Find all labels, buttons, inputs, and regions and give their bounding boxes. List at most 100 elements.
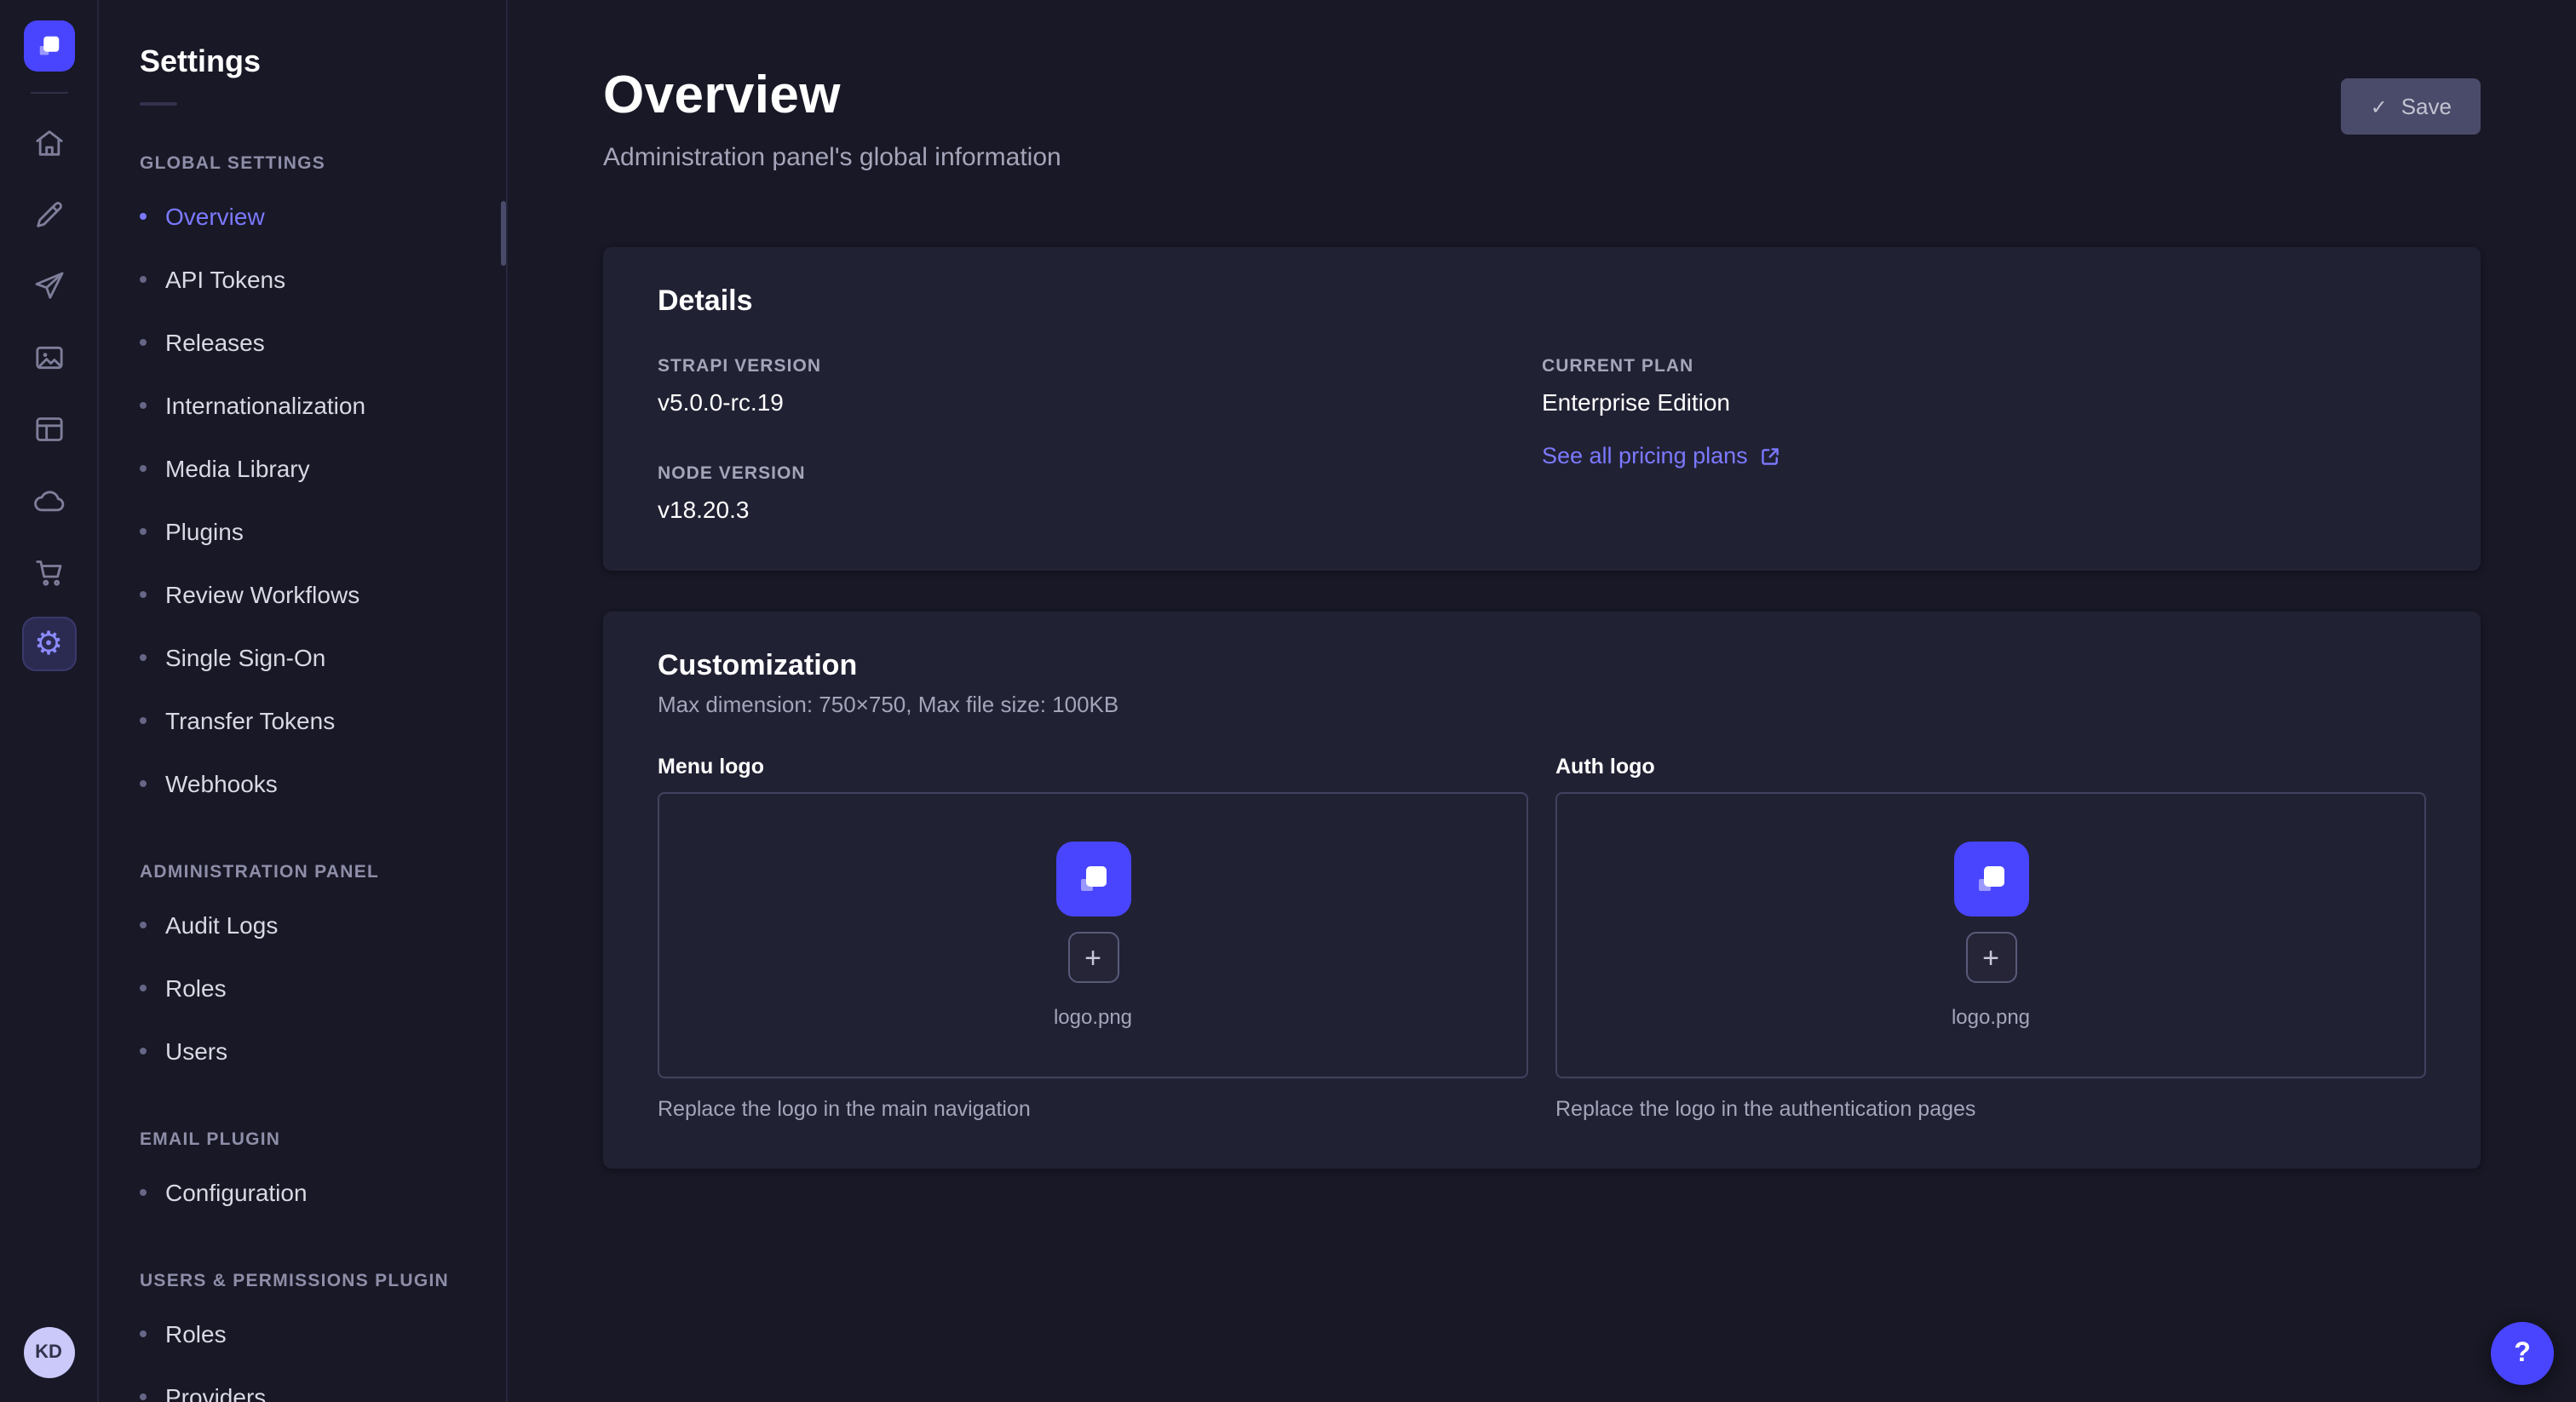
bullet-icon	[140, 1330, 147, 1336]
sidebar-item-label: Single Sign-On	[165, 643, 325, 670]
sidebar-item-label: Plugins	[165, 517, 244, 544]
bullet-icon	[140, 212, 147, 219]
help-button[interactable]: ?	[2491, 1322, 2554, 1385]
sidebar-item-label: Review Workflows	[165, 580, 359, 607]
auth-logo-upload: Auth logo + logo.png Replace the logo in…	[1555, 755, 2426, 1121]
field-value: v5.0.0-rc.19	[658, 388, 1542, 416]
customization-card-subtitle: Max dimension: 750×750, Max file size: 1…	[658, 692, 2426, 717]
sidebar-item-api-tokens[interactable]: API Tokens	[99, 247, 506, 310]
sidebar-item-admin-users[interactable]: Users	[99, 1019, 506, 1082]
menu-logo-upload: Menu logo + logo.png Replace the logo in…	[658, 755, 1528, 1121]
pricing-plans-link[interactable]: See all pricing plans	[1542, 443, 2426, 468]
layout-icon[interactable]	[21, 402, 76, 457]
node-version-field: NODE VERSION v18.20.3	[658, 463, 1542, 523]
main-nav-rail: ⚙ KD	[0, 0, 99, 1402]
strapi-logo-mark	[1970, 859, 2011, 899]
field-label: CURRENT PLAN	[1542, 356, 2426, 376]
rail-divider	[30, 92, 67, 94]
section-users-permissions-plugin: USERS & PERMISSIONS PLUGIN Roles Provide…	[99, 1271, 506, 1402]
sidebar-item-admin-roles[interactable]: Roles	[99, 956, 506, 1019]
bullet-icon	[140, 338, 147, 345]
menu-logo-add-button[interactable]: +	[1067, 932, 1118, 983]
cart-icon[interactable]	[21, 545, 76, 600]
sidebar-item-releases[interactable]: Releases	[99, 310, 506, 373]
sidebar-item-label: Releases	[165, 328, 265, 355]
sidebar-item-review-workflows[interactable]: Review Workflows	[99, 562, 506, 625]
customization-card: Customization Max dimension: 750×750, Ma…	[603, 612, 2481, 1169]
sidebar-item-label: Webhooks	[165, 769, 278, 796]
auth-logo-dropzone[interactable]: + logo.png	[1555, 792, 2426, 1078]
sidebar-item-up-roles[interactable]: Roles	[99, 1301, 506, 1365]
bullet-icon	[140, 527, 147, 534]
sidebar-item-label: Media Library	[165, 454, 310, 481]
sidebar-item-up-providers[interactable]: Providers	[99, 1365, 506, 1402]
auth-logo-add-button[interactable]: +	[1965, 932, 2016, 983]
gear-glyph: ⚙	[34, 628, 63, 660]
bullet-icon	[140, 984, 147, 991]
pricing-plans-link-label: See all pricing plans	[1542, 443, 1748, 468]
upload-label: Menu logo	[658, 755, 1528, 779]
settings-subnav: Settings GLOBAL SETTINGS Overview API To…	[99, 0, 508, 1402]
sidebar-item-media-library[interactable]: Media Library	[99, 436, 506, 499]
bullet-icon	[140, 716, 147, 723]
bullet-icon	[140, 779, 147, 786]
subnav-scrollbar[interactable]	[501, 201, 506, 266]
cloud-icon[interactable]	[21, 474, 76, 528]
sidebar-item-label: Transfer Tokens	[165, 706, 335, 733]
sidebar-item-label: Configuration	[165, 1178, 308, 1205]
check-icon: ✓	[2371, 95, 2388, 118]
user-avatar[interactable]: KD	[23, 1327, 74, 1378]
sidebar-item-webhooks[interactable]: Webhooks	[99, 751, 506, 814]
details-card: Details STRAPI VERSION v5.0.0-rc.19 NODE…	[603, 247, 2481, 571]
menu-logo-dropzone[interactable]: + logo.png	[658, 792, 1528, 1078]
menu-logo-preview	[1055, 842, 1130, 916]
section-label: EMAIL PLUGIN	[140, 1129, 465, 1150]
section-label: ADMINISTRATION PANEL	[140, 862, 465, 882]
sidebar-item-label: Audit Logs	[165, 911, 278, 938]
sidebar-item-internationalization[interactable]: Internationalization	[99, 373, 506, 436]
sidebar-item-label: Roles	[165, 974, 227, 1001]
customization-card-title: Customization	[658, 649, 2426, 683]
bullet-icon	[140, 653, 147, 660]
upload-label: Auth logo	[1555, 755, 2426, 779]
section-administration-panel: ADMINISTRATION PANEL Audit Logs Roles Us…	[99, 862, 506, 1082]
home-icon[interactable]	[21, 116, 76, 170]
sidebar-item-overview[interactable]: Overview	[99, 184, 506, 247]
bullet-icon	[140, 1047, 147, 1054]
pictures-icon[interactable]	[21, 330, 76, 385]
sidebar-item-label: API Tokens	[165, 265, 285, 292]
save-button[interactable]: ✓ Save	[2342, 78, 2481, 135]
field-value: v18.20.3	[658, 496, 1542, 523]
bullet-icon	[140, 401, 147, 408]
bullet-icon	[140, 464, 147, 471]
sidebar-item-label: Roles	[165, 1319, 227, 1347]
section-global-settings: GLOBAL SETTINGS Overview API Tokens Rele…	[99, 153, 506, 814]
sidebar-item-audit-logs[interactable]: Audit Logs	[99, 893, 506, 956]
page-title: Overview	[603, 65, 1061, 126]
section-label: USERS & PERMISSIONS PLUGIN	[140, 1271, 465, 1291]
plus-icon: +	[1084, 943, 1101, 972]
sidebar-item-email-configuration[interactable]: Configuration	[99, 1160, 506, 1223]
field-value: Enterprise Edition	[1542, 388, 2426, 416]
sidebar-item-plugins[interactable]: Plugins	[99, 499, 506, 562]
sidebar-item-single-sign-on[interactable]: Single Sign-On	[99, 625, 506, 688]
main-content: Overview Administration panel's global i…	[508, 0, 2576, 1402]
sidebar-item-label: Providers	[165, 1382, 266, 1402]
strapi-admin-app: ⚙ KD Settings GLOBAL SETTINGS Overview A…	[0, 0, 2576, 1402]
sidebar-item-label: Overview	[165, 202, 265, 229]
auth-logo-hint: Replace the logo in the authentication p…	[1555, 1097, 2426, 1121]
field-label: STRAPI VERSION	[658, 356, 1542, 376]
sidebar-item-label: Users	[165, 1037, 227, 1064]
section-label: GLOBAL SETTINGS	[140, 153, 465, 174]
sidebar-item-transfer-tokens[interactable]: Transfer Tokens	[99, 688, 506, 751]
field-label: NODE VERSION	[658, 463, 1542, 484]
gear-icon[interactable]: ⚙	[21, 617, 76, 671]
strapi-logo[interactable]	[23, 20, 74, 72]
auth-logo-preview	[1953, 842, 2028, 916]
pencil-icon[interactable]	[21, 187, 76, 242]
paper-plane-icon[interactable]	[21, 259, 76, 313]
external-link-icon	[1760, 445, 1780, 466]
help-icon: ?	[2514, 1338, 2531, 1369]
section-email-plugin: EMAIL PLUGIN Configuration	[99, 1129, 506, 1223]
menu-logo-hint: Replace the logo in the main navigation	[658, 1097, 1528, 1121]
